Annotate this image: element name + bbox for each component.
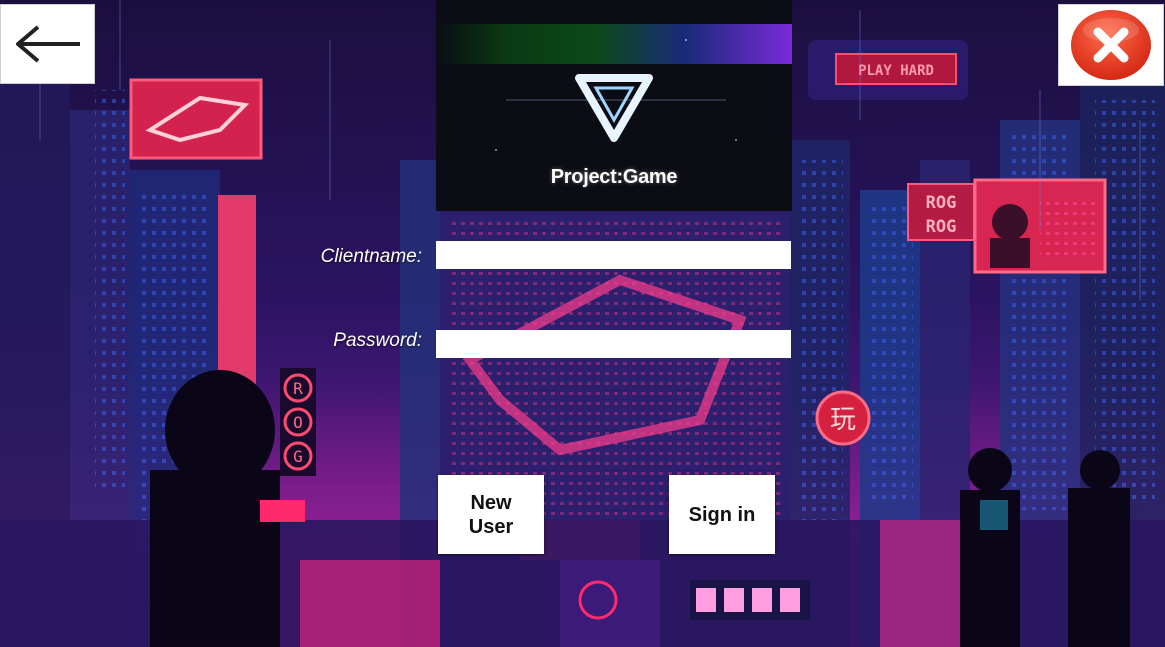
rog-rog-sign: ROG ROG bbox=[907, 183, 975, 241]
play-hard-text: PLAY HARD bbox=[858, 63, 934, 79]
logo-panel: Project:Game bbox=[436, 0, 792, 211]
rog-billboard bbox=[129, 78, 263, 160]
play-medallion: 玩 bbox=[815, 390, 871, 446]
clientname-label: Clientname: bbox=[320, 246, 422, 267]
arrow-left-icon bbox=[15, 25, 80, 63]
play-hard-blimp: PLAY HARD bbox=[808, 40, 968, 100]
close-button[interactable] bbox=[1058, 4, 1164, 86]
rog-text-2: ROG bbox=[926, 217, 957, 237]
password-input[interactable] bbox=[436, 330, 791, 358]
rog-letter-r: R bbox=[293, 379, 303, 398]
rog-vertical-sign: R O G bbox=[280, 368, 316, 476]
rog-text-1: ROG bbox=[926, 193, 957, 213]
app-title: Project:Game bbox=[550, 166, 678, 188]
new-user-label-line1: New bbox=[470, 491, 512, 514]
triangle-logo-icon bbox=[575, 74, 653, 142]
password-label: Password: bbox=[333, 330, 422, 351]
close-icon bbox=[1071, 10, 1151, 80]
back-button[interactable] bbox=[0, 4, 95, 84]
play-glyph: 玩 bbox=[830, 405, 856, 435]
new-user-button[interactable]: New User bbox=[438, 475, 544, 554]
sign-in-button[interactable]: Sign in bbox=[669, 475, 775, 554]
rog-letter-g: G bbox=[293, 447, 303, 466]
new-user-label-line2: User bbox=[468, 515, 514, 538]
rog-letter-o: O bbox=[293, 413, 303, 432]
clientname-input[interactable] bbox=[436, 241, 791, 269]
